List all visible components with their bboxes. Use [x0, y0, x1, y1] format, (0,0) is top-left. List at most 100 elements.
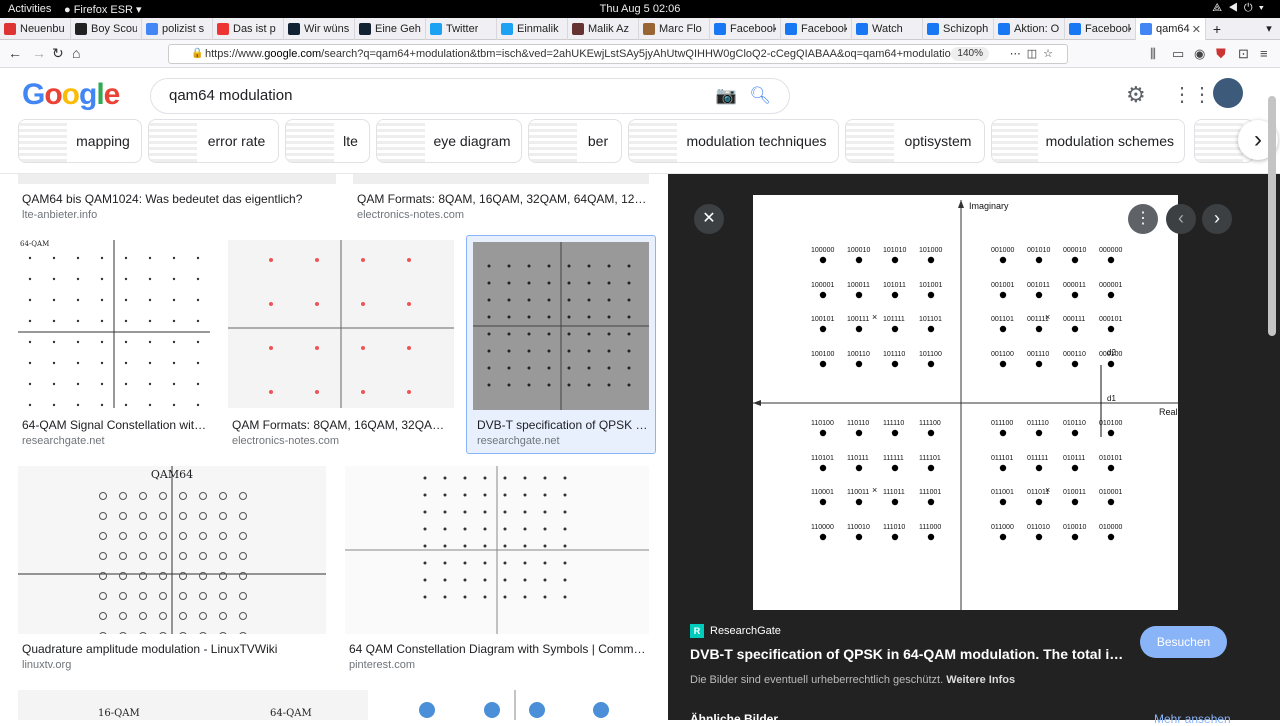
chip-modulation-techniques[interactable]: modulation techniques: [628, 119, 839, 163]
tab-label: Wir wüns: [304, 23, 350, 35]
chevron-right-icon[interactable]: ›: [1202, 204, 1232, 234]
result-source[interactable]: electronics-notes.com: [357, 209, 464, 221]
chip-eye-diagram[interactable]: eye diagram: [376, 119, 522, 163]
clock[interactable]: Thu Aug 5 02:06: [0, 3, 1280, 15]
preview-source[interactable]: R ResearchGate: [690, 624, 781, 638]
result-source[interactable]: lte-anbieter.info: [22, 209, 97, 221]
browser-tab[interactable]: Facebook: [710, 18, 781, 40]
result-title[interactable]: QAM64 bis QAM1024: Was bedeutet das eige…: [22, 192, 322, 206]
zoom-indicator[interactable]: 140%: [951, 47, 989, 61]
browser-tab[interactable]: Boy Scou: [71, 18, 142, 40]
account-icon[interactable]: ◉: [1194, 46, 1205, 62]
browser-tab[interactable]: Schizoph: [923, 18, 994, 40]
chip-error-rate[interactable]: error rate: [148, 119, 279, 163]
browser-tab[interactable]: Wir wüns: [284, 18, 355, 40]
home-icon[interactable]: ⌂: [72, 45, 80, 61]
forward-icon[interactable]: →: [32, 45, 46, 61]
result-title[interactable]: QAM Formats: 8QAM, 16QAM, 32QAM, 64QAM, …: [357, 192, 647, 206]
result-source[interactable]: researchgate.net: [477, 435, 560, 447]
search-input[interactable]: qam64 modulation 📷 🔍︎: [150, 78, 790, 114]
result-item-selected[interactable]: DVB-T specification of QPSK in... resear…: [466, 235, 656, 454]
close-icon[interactable]: ✕: [694, 204, 724, 234]
chip-ber[interactable]: ber: [528, 119, 622, 163]
result-item[interactable]: 64-QAM 64-QAM Signal Constellation with …: [18, 240, 210, 450]
new-tab-icon[interactable]: +: [1206, 18, 1228, 39]
sidebar-icon[interactable]: ▭: [1172, 46, 1184, 62]
browser-tab[interactable]: Twitter: [426, 18, 497, 40]
result-item[interactable]: 64 QAM Constellation Diagram with Symbol…: [345, 466, 649, 676]
browser-tab[interactable]: qam64 ✕: [1136, 18, 1206, 40]
browser-tab[interactable]: Malik Az: [568, 18, 639, 40]
result-item[interactable]: QAM64 bis QAM1024: Was bedeutet das eige…: [18, 174, 336, 224]
result-item[interactable]: QAM64 Quadrature amplitude modulation - …: [18, 466, 328, 676]
library-icon[interactable]: ⫼: [1150, 46, 1156, 62]
browser-tab[interactable]: Neuenbu: [0, 18, 71, 40]
chip-mapping[interactable]: mapping: [18, 119, 142, 163]
close-tab-icon[interactable]: ✕: [1192, 23, 1201, 36]
browser-tab[interactable]: Eine Geh: [355, 18, 426, 40]
chip-lte[interactable]: lte: [285, 119, 370, 163]
result-source[interactable]: researchgate.net: [22, 435, 105, 447]
browser-tab[interactable]: Facebook: [781, 18, 852, 40]
ublock-icon[interactable]: ⛊: [1216, 46, 1226, 62]
result-thumbnail[interactable]: 64-QAM: [18, 240, 210, 408]
tab-list-icon[interactable]: ▾: [1258, 18, 1280, 39]
result-thumbnail[interactable]: QAM64: [18, 466, 326, 634]
result-title[interactable]: QAM Formats: 8QAM, 16QAM, 32QAM, 6...: [232, 418, 454, 432]
result-title[interactable]: 64-QAM Signal Constellation with ...: [22, 418, 210, 432]
reload-icon[interactable]: ↻: [52, 45, 64, 62]
page-actions[interactable]: ⋯◫☆: [1010, 45, 1059, 63]
visit-button[interactable]: Besuchen: [1140, 626, 1227, 658]
result-source[interactable]: electronics-notes.com: [232, 435, 339, 447]
chip-thumbnail: [529, 120, 577, 162]
result-thumbnail[interactable]: [473, 242, 649, 410]
bookmark-star-icon[interactable]: ☆: [1043, 48, 1059, 60]
constellation-point: [76, 361, 80, 365]
thumbnail-caption: 64-QAM: [270, 708, 312, 719]
chevron-left-icon[interactable]: ‹: [1166, 204, 1196, 234]
settings-gear-icon[interactable]: ⚙: [1126, 82, 1146, 108]
result-item[interactable]: 16-QAM 64-QAM: [18, 690, 368, 720]
result-item[interactable]: [387, 690, 649, 720]
result-source[interactable]: pinterest.com: [349, 659, 415, 671]
result-item[interactable]: QAM Formats: 8QAM, 16QAM, 32QAM, 6... el…: [228, 240, 456, 450]
search-icon[interactable]: 🔍︎: [749, 79, 771, 113]
camera-search-icon[interactable]: 📷: [716, 79, 737, 113]
preview-image[interactable]: Imaginary Real d2 d1 100000 100010 101010 10100…: [753, 195, 1178, 610]
pocket-icon[interactable]: ◫: [1027, 48, 1043, 60]
result-thumbnail[interactable]: [353, 174, 649, 184]
result-thumbnail[interactable]: [18, 174, 336, 184]
scrollbar[interactable]: [1268, 96, 1276, 336]
see-more-link[interactable]: Mehr ansehen: [1154, 712, 1231, 726]
result-title[interactable]: DVB-T specification of QPSK in...: [477, 418, 649, 432]
google-logo[interactable]: Google: [22, 78, 120, 112]
result-title[interactable]: Quadrature amplitude modulation - LinuxT…: [22, 642, 322, 656]
result-title[interactable]: 64 QAM Constellation Diagram with Symbol…: [349, 642, 647, 656]
browser-tab[interactable]: Einmalik: [497, 18, 568, 40]
browser-tab[interactable]: Marc Flo: [639, 18, 710, 40]
back-icon[interactable]: ←: [8, 45, 22, 61]
result-thumbnail[interactable]: [387, 690, 649, 720]
avatar[interactable]: [1213, 78, 1243, 108]
browser-tab[interactable]: Facebook: [1065, 18, 1136, 40]
result-item[interactable]: QAM Formats: 8QAM, 16QAM, 32QAM, 64QAM, …: [353, 174, 649, 224]
extension-icon[interactable]: ⊡: [1238, 46, 1249, 62]
result-thumbnail[interactable]: [228, 240, 454, 408]
symbol-label: 010001: [1099, 489, 1122, 496]
url-bar[interactable]: 🔒 https://www.google.com/search?q=qam64+…: [168, 44, 1068, 64]
browser-tab[interactable]: Das ist p: [213, 18, 284, 40]
browser-tab[interactable]: polizist s: [142, 18, 213, 40]
more-actions-icon[interactable]: ⋯: [1010, 48, 1027, 60]
chip-modulation-schemes[interactable]: modulation schemes: [991, 119, 1185, 163]
result-thumbnail[interactable]: 16-QAM 64-QAM: [18, 690, 368, 720]
result-thumbnail[interactable]: [345, 466, 649, 634]
more-info-link[interactable]: Weitere Infos: [946, 674, 1015, 686]
system-tray[interactable]: ⟁◀⏻▾: [1212, 2, 1270, 15]
menu-icon[interactable]: ≡: [1260, 46, 1268, 61]
chip-optisystem[interactable]: optisystem: [845, 119, 985, 163]
more-options-icon[interactable]: ⋮: [1128, 204, 1158, 234]
browser-tab[interactable]: Watch: [852, 18, 923, 40]
preview-title[interactable]: DVB-T specification of QPSK in 64-QAM mo…: [690, 646, 1130, 662]
result-source[interactable]: linuxtv.org: [22, 659, 71, 671]
browser-tab[interactable]: Aktion: O: [994, 18, 1065, 40]
